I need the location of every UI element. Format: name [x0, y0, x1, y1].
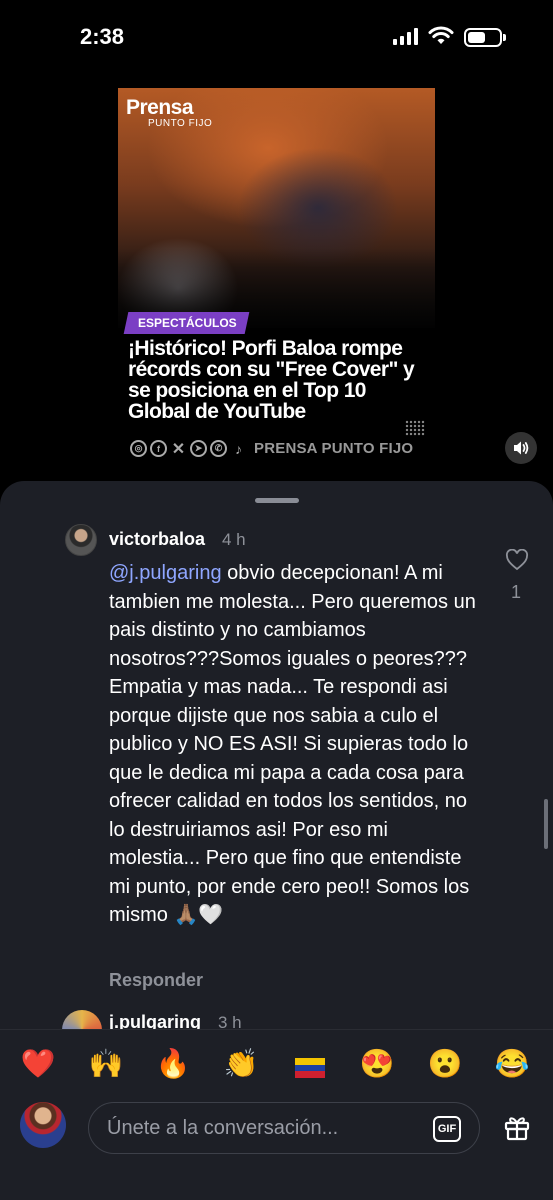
whatsapp-icon: ✆: [210, 440, 227, 457]
logo-sub-text: PUNTO FIJO: [148, 118, 213, 129]
battery-icon: [464, 28, 506, 47]
battery-level: [468, 32, 485, 43]
comment-input-placeholder: Únete a la conversación...: [107, 1117, 339, 1139]
comment-text-body: obvio decepcionan! A mi tambien me moles…: [109, 562, 476, 926]
wifi-icon: [428, 26, 454, 44]
reaction-venezuela-flag-icon[interactable]: [295, 1058, 325, 1078]
x-icon: ✕: [171, 440, 186, 458]
reply-button[interactable]: Responder: [109, 970, 203, 991]
reaction-composer-bar: ❤️ 🙌 🔥 👏 😍 😮 😂 Únete a la conversación..…: [0, 1029, 553, 1200]
comments-sheet: victorbaloa 4 h @j.pulgaring obvio decep…: [0, 481, 553, 1200]
reaction-raised-hands[interactable]: 🙌: [84, 1044, 128, 1084]
avatar: [20, 1102, 66, 1148]
comment-text: @j.pulgaring obvio decepcionan! A mi tam…: [109, 559, 479, 930]
comment-time: 4 h: [222, 530, 246, 549]
speaker-icon: [514, 441, 529, 455]
sheet-drag-handle[interactable]: [255, 498, 299, 503]
like-count: 1: [511, 582, 522, 602]
status-time: 2:38: [80, 24, 125, 49]
reaction-heart-eyes[interactable]: 😍: [355, 1044, 399, 1084]
post-headline: ¡Histórico! Porfi Baloa rompe récords co…: [128, 337, 415, 423]
brand-footer: PRENSA PUNTO FIJO: [254, 440, 414, 457]
heart-icon[interactable]: [505, 549, 529, 571]
quick-reactions: ❤️ 🙌 🔥 👏 😍 😮 😂: [0, 1044, 553, 1084]
social-icons-row: ◎ f ✕ ➤ ✆ ♪ PRENSA PUNTO FIJO: [130, 440, 414, 458]
instagram-icon: ◎: [130, 440, 147, 457]
avatar[interactable]: [65, 524, 97, 556]
comment-username[interactable]: victorbaloa: [109, 529, 205, 550]
reaction-fire[interactable]: 🔥: [151, 1044, 195, 1084]
logo-main-text: Prensa: [126, 96, 194, 119]
telegram-icon: ➤: [190, 440, 207, 457]
status-bar: 2:38: [0, 0, 553, 70]
prensa-logo: Prensa PUNTO FIJO: [126, 96, 212, 129]
gift-icon[interactable]: [502, 1112, 532, 1142]
reaction-clap[interactable]: 👏: [219, 1044, 263, 1084]
category-badge-label: ESPECTÁCULOS: [138, 316, 237, 330]
comment-composer: Únete a la conversación... GIF: [0, 1092, 553, 1162]
category-badge: ESPECTÁCULOS: [123, 312, 250, 334]
tiktok-icon: ♪: [235, 440, 242, 457]
scrollbar[interactable]: [544, 799, 548, 849]
sound-toggle-button[interactable]: [505, 432, 537, 464]
comment-input[interactable]: Únete a la conversación... GIF: [88, 1102, 480, 1154]
dot-pattern: [405, 420, 425, 436]
reaction-laughing[interactable]: 😂: [490, 1044, 534, 1084]
reaction-heart[interactable]: ❤️: [16, 1044, 60, 1084]
post-media[interactable]: Prensa PUNTO FIJO ESPECTÁCULOS ¡Históric…: [118, 88, 435, 470]
cellular-signal-icon: [393, 28, 418, 45]
reaction-surprised[interactable]: 😮: [423, 1044, 467, 1084]
comment-mention[interactable]: @j.pulgaring: [109, 562, 222, 584]
gif-button[interactable]: GIF: [433, 1116, 461, 1142]
facebook-icon: f: [150, 440, 167, 457]
